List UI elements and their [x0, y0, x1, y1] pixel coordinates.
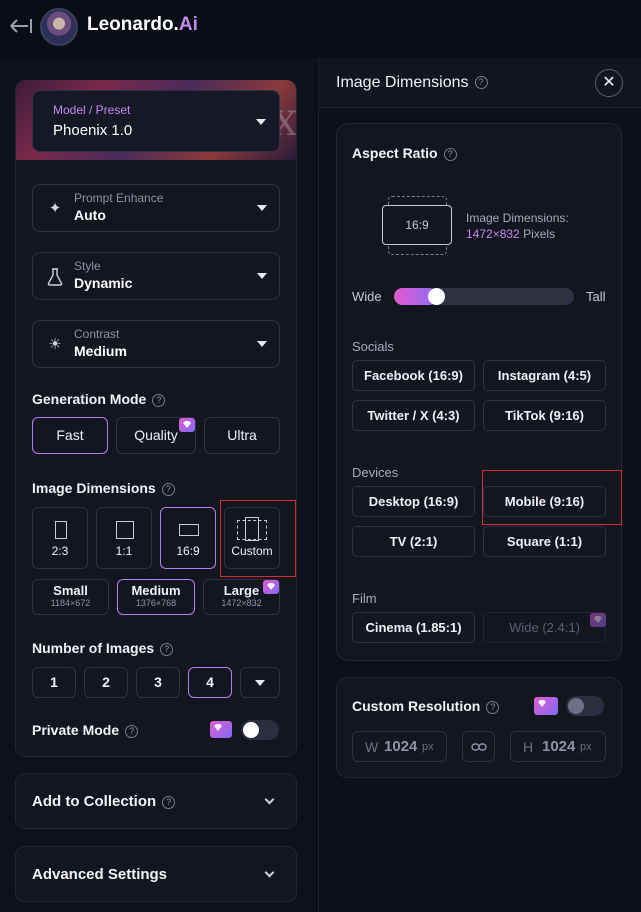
tiktok-ratio-button[interactable]: TikTok (9:16) — [483, 400, 606, 431]
instagram-ratio-button[interactable]: Instagram (4:5) — [483, 360, 606, 391]
wide-label: Wide — [352, 289, 382, 304]
film-title: Film — [352, 591, 377, 606]
custom-resolution-toggle[interactable] — [566, 696, 604, 716]
twitter-ratio-button[interactable]: Twitter / X (4:3) — [352, 400, 475, 431]
style-dropdown[interactable]: Style Dynamic — [32, 252, 280, 300]
contrast-dropdown[interactable]: ☀ Contrast Medium — [32, 320, 280, 368]
devices-title: Devices — [352, 465, 399, 480]
panel-title: Image Dimensions? — [336, 74, 488, 92]
portrait-ratio-icon — [55, 521, 67, 539]
private-mode-title: Private Mode? — [32, 722, 139, 738]
mode-fast-button[interactable]: Fast — [32, 417, 108, 454]
desktop-ratio-button[interactable]: Desktop (16:9) — [352, 486, 475, 517]
brand-logo: Leonardo.Ai — [87, 14, 198, 35]
images-more-button[interactable] — [240, 667, 280, 698]
close-icon[interactable]: ✕ — [595, 69, 623, 97]
flask-icon — [46, 268, 64, 286]
panel-header: Image Dimensions? ✕ — [319, 58, 641, 108]
premium-gem-icon — [534, 697, 558, 715]
aspect-ratio-card — [336, 123, 622, 661]
size-small-button[interactable]: Small 1184×672 — [32, 579, 109, 615]
prompt-enhance-dropdown[interactable]: ✦ Prompt Enhance Auto — [32, 184, 280, 232]
square-ratio-button[interactable]: Square (1:1) — [483, 526, 606, 557]
ratio-1-1-button[interactable]: 1:1 — [96, 507, 152, 569]
help-icon[interactable]: ? — [152, 393, 166, 407]
help-icon[interactable]: ? — [161, 482, 175, 496]
premium-gem-icon — [263, 580, 279, 594]
aspect-preview: 16:9 — [382, 205, 452, 245]
caret-down-icon — [257, 205, 267, 211]
advanced-settings-accordion[interactable]: Advanced Settings — [15, 846, 297, 902]
images-4-button[interactable]: 4 — [188, 667, 232, 698]
help-icon[interactable]: ? — [160, 642, 174, 656]
caret-down-icon — [256, 119, 266, 125]
ratio-2-3-button[interactable]: 2:3 — [32, 507, 88, 569]
images-1-button[interactable]: 1 — [32, 667, 76, 698]
add-to-collection-accordion[interactable]: Add to Collection? — [15, 773, 297, 829]
width-field[interactable]: W 1024 px — [352, 731, 447, 762]
mode-ultra-button[interactable]: Ultra — [204, 417, 280, 454]
custom-resolution-title: Custom Resolution? — [352, 698, 500, 714]
preset-label: Model / Preset — [53, 103, 131, 117]
caret-down-icon — [257, 273, 267, 279]
tall-label: Tall — [586, 289, 606, 304]
slider-handle[interactable] — [428, 288, 445, 305]
caret-down-icon — [257, 341, 267, 347]
highlight-box — [482, 470, 622, 525]
top-bar: Leonardo.Ai — [0, 0, 641, 56]
tv-ratio-button[interactable]: TV (2:1) — [352, 526, 475, 557]
caret-down-icon — [255, 680, 265, 686]
custom-resolution-card — [336, 677, 622, 778]
image-dimensions-label: Image Dimensions: — [466, 211, 569, 225]
size-medium-button[interactable]: Medium 1376×768 — [117, 579, 195, 615]
image-dimensions-title: Image Dimensions? — [32, 480, 175, 496]
landscape-ratio-icon — [179, 524, 199, 536]
sun-icon: ☀ — [48, 336, 62, 353]
help-icon[interactable]: ? — [443, 147, 457, 161]
premium-gem-icon — [210, 721, 232, 738]
preset-value: Phoenix 1.0 — [53, 122, 133, 139]
image-dimensions-value: 1472×832 Pixels — [466, 227, 556, 241]
height-field[interactable]: H 1024 px — [510, 731, 606, 762]
avatar[interactable] — [40, 8, 78, 46]
highlight-box — [220, 500, 296, 577]
square-ratio-icon — [116, 521, 134, 539]
ratio-16-9-button[interactable]: 16:9 — [160, 507, 216, 569]
aspect-ratio-slider[interactable] — [394, 288, 574, 305]
sparkle-icon: ✦ — [48, 200, 62, 217]
premium-gem-icon — [590, 613, 606, 627]
help-icon[interactable]: ? — [162, 795, 176, 809]
wide-ratio-button[interactable]: Wide (2.4:1) — [483, 612, 606, 643]
help-icon[interactable]: ? — [486, 700, 500, 714]
back-arrow-icon[interactable] — [8, 14, 34, 38]
help-icon[interactable]: ? — [474, 76, 488, 90]
premium-gem-icon — [179, 418, 195, 432]
private-mode-toggle[interactable] — [241, 720, 279, 740]
facebook-ratio-button[interactable]: Facebook (16:9) — [352, 360, 475, 391]
images-2-button[interactable]: 2 — [84, 667, 128, 698]
socials-title: Socials — [352, 339, 394, 354]
link-icon — [471, 743, 487, 751]
link-dimensions-button[interactable] — [462, 731, 495, 762]
generation-mode-title: Generation Mode? — [32, 391, 166, 407]
images-3-button[interactable]: 3 — [136, 667, 180, 698]
aspect-ratio-title: Aspect Ratio? — [352, 145, 457, 161]
chevron-down-icon — [264, 867, 275, 878]
model-preset-dropdown[interactable]: Model / Preset Phoenix 1.0 — [32, 90, 280, 152]
help-icon[interactable]: ? — [125, 724, 139, 738]
chevron-down-icon — [264, 794, 275, 805]
number-of-images-title: Number of Images? — [32, 640, 174, 656]
cinema-ratio-button[interactable]: Cinema (1.85:1) — [352, 612, 475, 643]
